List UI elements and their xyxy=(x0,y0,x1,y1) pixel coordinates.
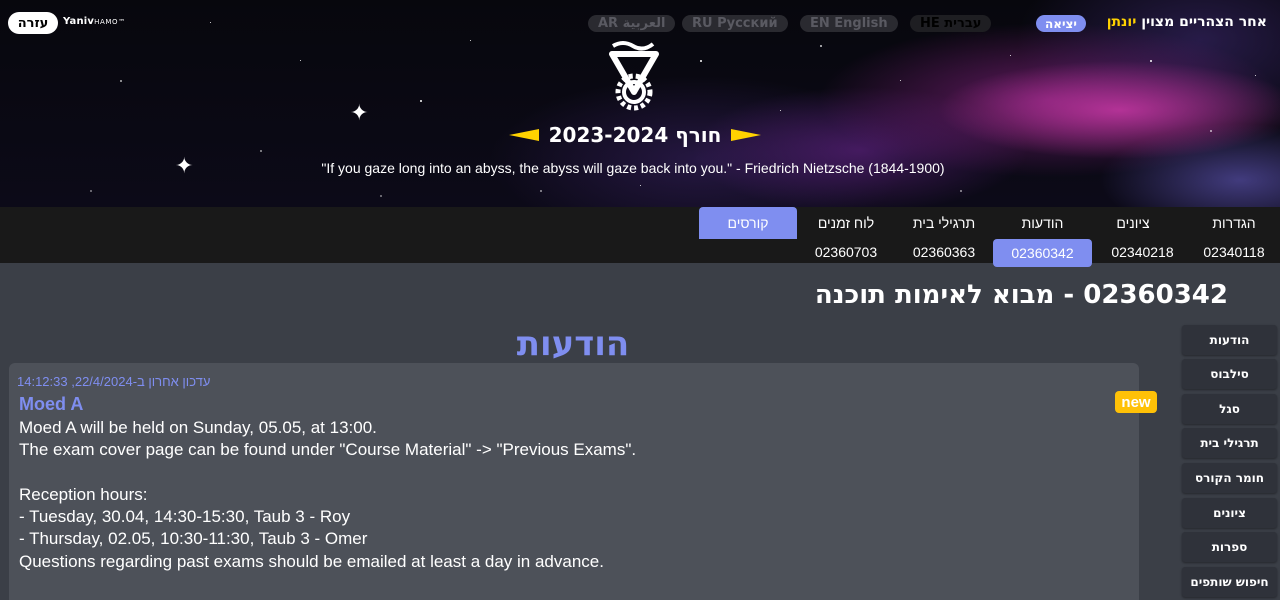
tab-courses[interactable]: קורסים xyxy=(699,207,797,239)
greeting-prefix: אחר הצהריים מצוין xyxy=(1141,14,1267,30)
star xyxy=(540,190,542,192)
arrow-right-icon[interactable] xyxy=(731,129,762,141)
arrow-left-icon[interactable] xyxy=(508,129,539,141)
semester-title: חורף 2023-2024 xyxy=(548,123,722,147)
tab-settings[interactable]: הגדרות xyxy=(1190,209,1278,237)
announcement-line: - Thursday, 02.05, 10:30-11:30, Taub 3 -… xyxy=(19,529,368,549)
tab-announcements[interactable]: הודעות xyxy=(993,209,1092,237)
star xyxy=(210,22,211,23)
tab-schedule[interactable]: לוח זמנים xyxy=(797,209,895,237)
star xyxy=(90,190,92,192)
star xyxy=(420,100,422,102)
creator-sub: HAMO xyxy=(94,18,119,26)
announcement-title: Moed A xyxy=(19,394,84,414)
star xyxy=(260,150,262,152)
sidebar-item-staff[interactable]: סגל xyxy=(1182,394,1277,424)
creator-mark: ™ xyxy=(118,18,126,26)
star xyxy=(1210,130,1212,132)
star xyxy=(470,40,471,41)
sidebar-item-homework[interactable]: תרגילי בית xyxy=(1182,428,1277,458)
star xyxy=(900,80,901,81)
quote-text: "If you gaze long into an abyss, the aby… xyxy=(321,160,945,176)
user-name: יונתן xyxy=(1106,14,1137,30)
creator-name: Yaniv xyxy=(63,16,95,27)
announcement-line: Reception hours: xyxy=(19,484,148,504)
course-tab-02360363[interactable]: 02360363 xyxy=(895,238,993,266)
new-badge: new xyxy=(1115,391,1157,413)
language-ru-button[interactable]: RU Русский xyxy=(682,15,788,32)
announcement-updated: עדכון אחרון ב-22/4/2024, 14:12:33 xyxy=(17,374,211,389)
sidebar-item-course-material[interactable]: חומר הקורס xyxy=(1182,463,1277,493)
tab-homework[interactable]: תרגילי בית xyxy=(895,209,993,237)
course-title: 02360342 - מבוא לאימות תוכנה xyxy=(814,280,1228,310)
course-tab-02340218[interactable]: 02340218 xyxy=(1093,238,1192,266)
logout-button[interactable]: יציאה xyxy=(1036,15,1086,32)
creator-credit: YanivHAMO™ xyxy=(63,16,126,27)
star xyxy=(1150,60,1152,62)
star xyxy=(640,185,641,186)
sidebar-item-syllabus[interactable]: סילבוס xyxy=(1182,359,1277,389)
sparkle-star-icon: ✦ xyxy=(350,101,369,126)
language-he-button[interactable]: HE עברית xyxy=(910,15,992,32)
announcement-line xyxy=(19,462,1119,484)
star xyxy=(700,60,702,62)
star xyxy=(300,60,301,61)
star xyxy=(960,190,962,192)
star xyxy=(1010,55,1011,56)
announcement-card: עדכון אחרון ב-22/4/2024, 14:12:33 Moed A… xyxy=(9,363,1139,600)
star xyxy=(780,110,781,111)
semester-banner: חורף 2023-2024 xyxy=(500,122,770,148)
announcement-line: Questions regarding past exams should be… xyxy=(19,551,604,571)
tab-grades[interactable]: ציונים xyxy=(1093,209,1173,237)
technion-logo-icon xyxy=(609,41,659,111)
star xyxy=(120,80,122,82)
announcements-heading: הודעות xyxy=(516,324,630,364)
announcement-line: - Tuesday, 30.04, 14:30-15:30, Taub 3 - … xyxy=(19,507,351,527)
language-en-button[interactable]: EN English xyxy=(800,15,898,32)
star xyxy=(380,195,382,197)
sidebar-item-announcements[interactable]: הודעות xyxy=(1182,325,1277,355)
course-tab-02340118[interactable]: 02340118 xyxy=(1190,238,1278,266)
announcement-line: The exam cover page can be found under "… xyxy=(19,440,637,460)
sidebar-item-grades[interactable]: ציונים xyxy=(1182,498,1277,528)
greeting: אחר הצהריים מצוין יונתן xyxy=(1107,14,1267,30)
help-button[interactable]: עזרה xyxy=(8,12,58,34)
course-tab-02360342[interactable]: 02360342 xyxy=(993,239,1092,267)
language-he-label: HE עברית xyxy=(920,16,982,31)
header-banner: ✦ ✦ עזרה YanivHAMO™ AR العربية RU Русски… xyxy=(0,0,1280,207)
star xyxy=(820,45,822,47)
language-ar-button[interactable]: AR العربية xyxy=(588,15,676,32)
course-tab-02360703[interactable]: 02360703 xyxy=(797,238,895,266)
main-navbar: קורסים הגדרות ציונים הודעות תרגילי בית ל… xyxy=(0,207,1280,267)
announcement-body: Moed A will be held on Sunday, 05.05, at… xyxy=(19,417,1119,573)
sidebar-item-partner-search[interactable]: חיפוש שותפים xyxy=(1182,567,1277,597)
sidebar-item-literature[interactable]: ספרות xyxy=(1182,532,1277,562)
announcement-line: Moed A will be held on Sunday, 05.05, at… xyxy=(19,418,377,437)
star xyxy=(1255,75,1256,76)
